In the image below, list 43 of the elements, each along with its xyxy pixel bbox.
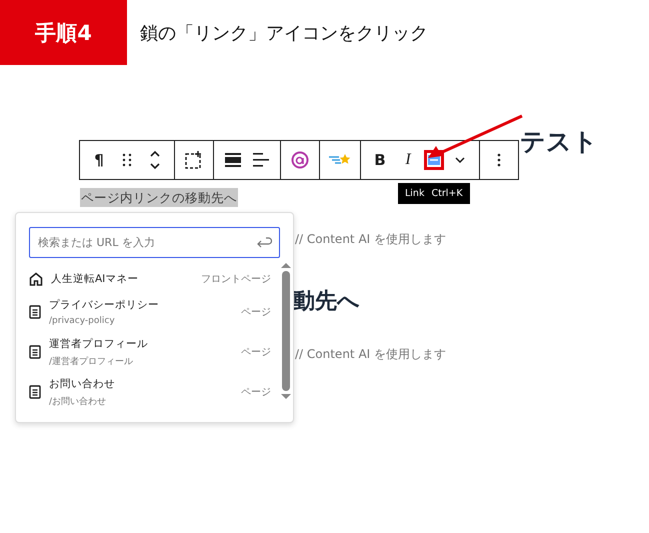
- placeholder-text: // Content AI を使用します: [295, 346, 448, 363]
- step-badge: 手順4: [0, 0, 127, 65]
- format-button[interactable]: ¶: [86, 147, 112, 173]
- dashed-square-icon: [185, 151, 203, 169]
- selected-text: ページ内リンクの移動先へ: [80, 188, 238, 207]
- post-heading: テスト: [520, 127, 599, 157]
- page-url: /お問い合わせ: [49, 396, 108, 408]
- search-field[interactable]: 検索または URL を入力: [29, 227, 280, 258]
- caret-icon: [455, 157, 465, 163]
- page-type: ページ: [241, 386, 271, 399]
- page-title: お問い合わせ: [49, 376, 116, 390]
- page-icon: [29, 345, 41, 359]
- page-icon: [29, 305, 41, 319]
- italic-button[interactable]: I: [395, 147, 421, 173]
- link-suggestion[interactable]: お問い合わせ /お問い合わせ ページ: [29, 372, 271, 412]
- block-heading: 動先へ: [293, 288, 361, 316]
- link-suggestion[interactable]: 人生逆転AIマネー フロントページ: [29, 266, 271, 292]
- page-type: ページ: [241, 346, 271, 359]
- page-type: ページ: [241, 306, 271, 319]
- placeholder-text: // Content AI を使用します: [295, 231, 448, 248]
- link-button[interactable]: [423, 149, 445, 171]
- link-suggestion[interactable]: 運営者プロフィール /運営者プロフィール ページ: [29, 332, 271, 372]
- lines-icon: [253, 153, 269, 167]
- shortcut-text: Ctrl+K: [431, 188, 463, 199]
- more-icon: [497, 153, 501, 167]
- page-title: 運営者プロフィール: [49, 336, 149, 350]
- page-icon: [29, 385, 41, 399]
- tooltip-label: Link: [405, 188, 424, 199]
- page-type: フロントページ: [201, 273, 271, 286]
- dots-icon: [122, 153, 132, 167]
- link-suggestion[interactable]: プライバシーポリシー /privacy-policy ページ: [29, 292, 271, 332]
- home-icon: [29, 272, 43, 286]
- bars-icon: [225, 153, 241, 167]
- star-icon: [329, 153, 351, 167]
- page-url: /運営者プロフィール: [49, 355, 134, 368]
- enter-icon: [256, 236, 272, 250]
- step-title: 鎖の「リンク」アイコンをクリック: [140, 22, 428, 44]
- page-title: プライバシーポリシー: [49, 298, 160, 312]
- circle-icon: [291, 151, 309, 169]
- page-url: /privacy-policy: [49, 316, 116, 326]
- page-title: 人生逆転AIマネー: [51, 272, 140, 286]
- format-button[interactable]: B: [367, 147, 393, 173]
- chevron-icon: [149, 149, 161, 171]
